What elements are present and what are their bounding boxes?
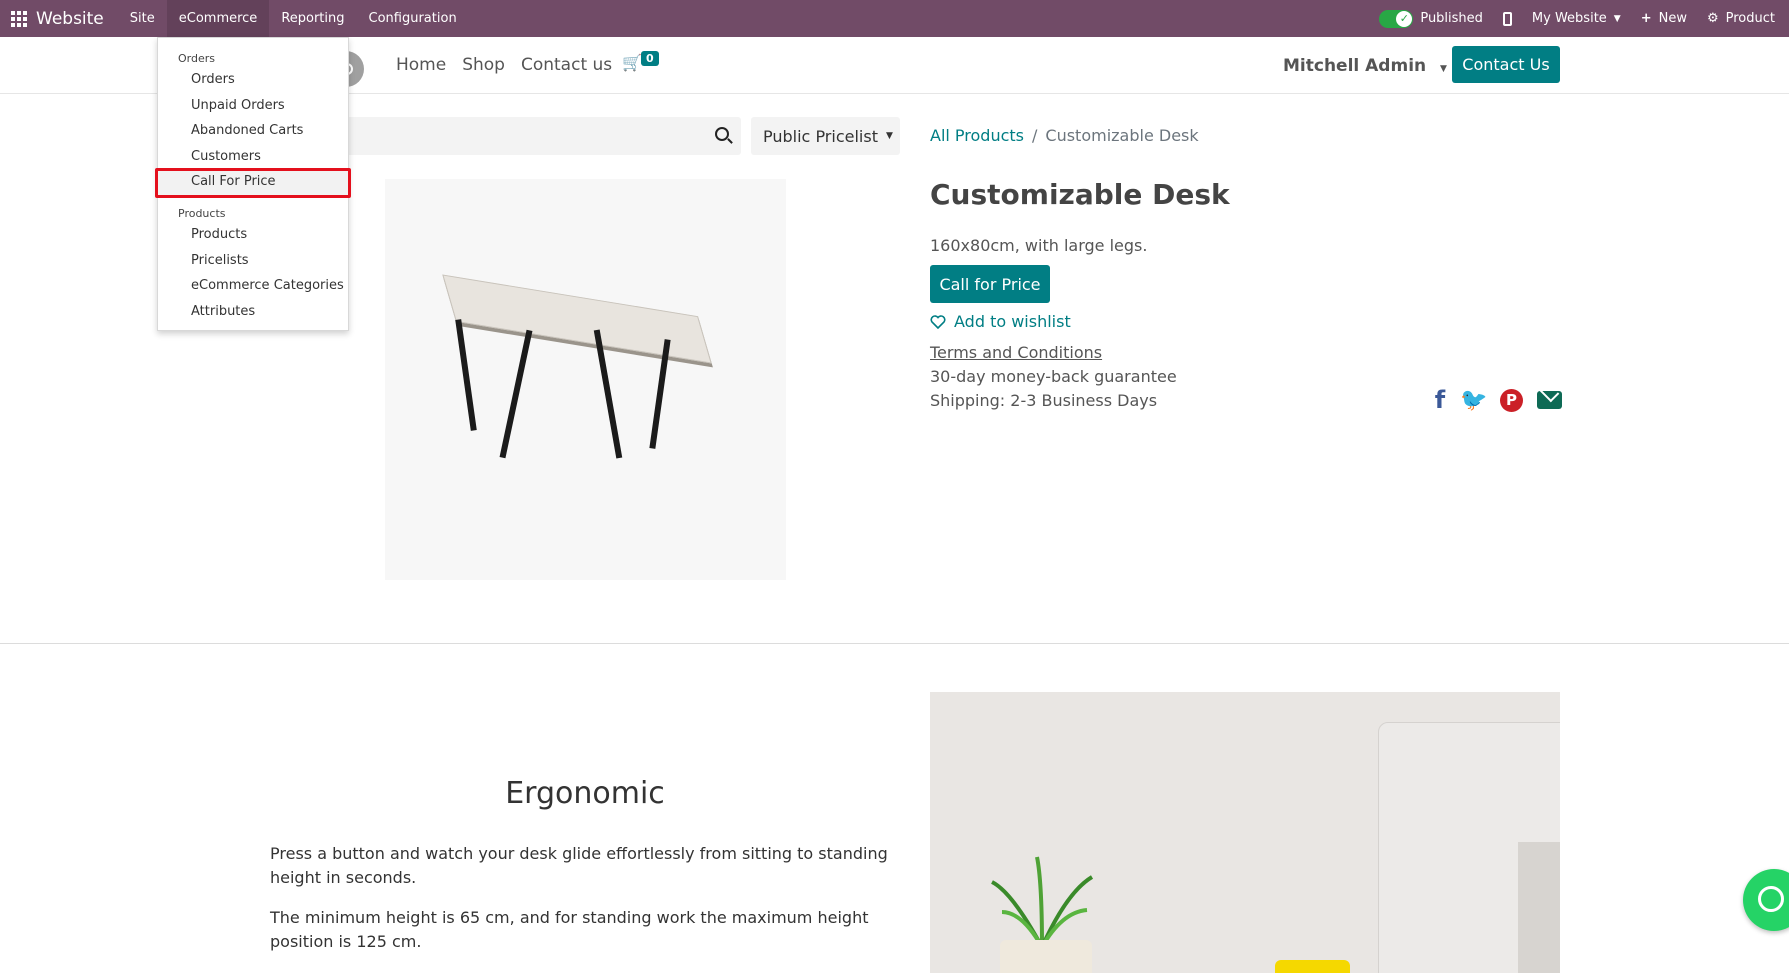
publish-toggle[interactable]: Published — [1379, 9, 1483, 28]
pricelist-label: Public Pricelist — [763, 126, 878, 146]
menu-ecommerce[interactable]: eCommerce — [166, 0, 270, 37]
wishlist-label: Add to wishlist — [954, 312, 1071, 331]
menu-item-unpaid-orders[interactable]: Unpaid Orders — [191, 98, 285, 113]
new-label: New — [1658, 11, 1687, 26]
shipping-text: Shipping: 2-3 Business Days — [930, 391, 1158, 410]
desk-leg — [455, 319, 477, 431]
caret-down-icon: ▼ — [885, 131, 893, 141]
terms-link[interactable]: Terms and Conditions — [930, 343, 1102, 362]
product-label: Product — [1725, 11, 1775, 26]
menu-item-ecommerce-categories[interactable]: eCommerce Categories — [191, 278, 344, 293]
nav-contact[interactable]: Contact us — [521, 55, 612, 75]
call-for-price-button[interactable]: Call for Price — [930, 265, 1050, 303]
breadcrumb-separator: / — [1032, 126, 1038, 145]
section-title: Ergonomic — [505, 776, 665, 811]
cart-link[interactable]: 🛒 0 — [622, 51, 659, 72]
desk-leg — [649, 339, 671, 449]
search-icon[interactable] — [715, 127, 729, 141]
monitor-stand — [1518, 842, 1560, 973]
user-menu[interactable]: Mitchell Admin ▼ — [1283, 56, 1447, 76]
dropdown-header-orders: Orders — [178, 52, 215, 65]
product-settings-button[interactable]: ⚙ Product — [1707, 11, 1775, 26]
breadcrumb-all-products[interactable]: All Products — [930, 126, 1024, 145]
nav-shop[interactable]: Shop — [462, 55, 505, 75]
desk-illustration — [442, 274, 712, 364]
add-to-wishlist-link[interactable]: Add to wishlist — [930, 312, 1071, 331]
heart-icon — [930, 314, 946, 329]
email-icon[interactable] — [1537, 391, 1562, 409]
toggle-check-icon[interactable] — [1379, 9, 1414, 28]
ecommerce-dropdown-menu: Orders Orders Unpaid Orders Abandoned Ca… — [155, 37, 351, 331]
published-label: Published — [1420, 11, 1483, 26]
product-image[interactable] — [385, 179, 786, 580]
plant-illustration — [991, 856, 1094, 948]
menu-item-products[interactable]: Products — [191, 227, 247, 242]
share-buttons: f 🐦 P — [1432, 386, 1562, 414]
user-name: Mitchell Admin — [1283, 56, 1427, 76]
apps-grid-icon[interactable] — [10, 10, 28, 28]
menu-item-call-for-price[interactable]: Call For Price — [191, 174, 276, 189]
my-website-dropdown[interactable]: My Website ▼ — [1532, 11, 1621, 26]
menu-item-pricelists[interactable]: Pricelists — [191, 253, 249, 268]
admin-topbar: Website Site eCommerce Reporting Configu… — [0, 0, 1789, 37]
menu-item-abandoned-carts[interactable]: Abandoned Carts — [191, 123, 303, 138]
new-button[interactable]: + New — [1641, 11, 1687, 26]
caret-down-icon: ▼ — [1440, 64, 1447, 74]
plus-icon: + — [1640, 11, 1652, 26]
section-paragraph: The minimum height is 65 cm, and for sta… — [270, 908, 869, 951]
app-brand[interactable]: Website — [36, 9, 104, 29]
pinterest-icon[interactable]: P — [1500, 388, 1523, 412]
cart-count-badge: 0 — [641, 51, 659, 66]
caret-down-icon: ▼ — [1613, 13, 1621, 24]
product-title: Customizable Desk — [930, 178, 1230, 211]
menu-site[interactable]: Site — [118, 0, 167, 37]
mobile-icon — [1502, 11, 1512, 26]
cart-icon: 🛒 — [622, 53, 642, 72]
menu-reporting[interactable]: Reporting — [269, 0, 356, 37]
section-divider — [0, 643, 1789, 644]
pricelist-dropdown[interactable]: Public Pricelist ▼ — [751, 117, 900, 155]
mug-illustration — [1275, 960, 1350, 973]
nav-home[interactable]: Home — [396, 55, 446, 75]
main-nav: Home Shop Contact us — [396, 55, 612, 75]
product-description: 160x80cm, with large legs. — [930, 236, 1148, 255]
facebook-icon[interactable]: f — [1432, 386, 1448, 414]
desk-leg — [499, 329, 533, 459]
twitter-icon[interactable]: 🐦 — [1460, 388, 1487, 413]
my-website-label: My Website — [1531, 11, 1607, 26]
menu-item-customers[interactable]: Customers — [191, 149, 261, 164]
menu-configuration[interactable]: Configuration — [357, 0, 469, 37]
product-search-input[interactable] — [330, 117, 741, 155]
mobile-preview-button[interactable] — [1502, 11, 1512, 26]
whatsapp-icon[interactable] — [1743, 869, 1789, 931]
menu-item-attributes[interactable]: Attributes — [191, 304, 255, 319]
breadcrumb-current: Customizable Desk — [1045, 126, 1199, 145]
office-image — [930, 692, 1560, 973]
section-paragraph: Press a button and watch your desk glide… — [270, 844, 888, 887]
guarantee-text: 30-day money-back guarantee — [930, 367, 1177, 386]
breadcrumb: All Products / Customizable Desk — [930, 126, 1199, 145]
dropdown-header-products: Products — [178, 207, 226, 220]
menu-item-orders[interactable]: Orders — [191, 72, 235, 87]
desk-leg — [593, 329, 623, 459]
plant-pot — [1000, 940, 1092, 973]
gear-icon: ⚙ — [1706, 11, 1719, 26]
contact-us-button[interactable]: Contact Us — [1452, 46, 1560, 83]
